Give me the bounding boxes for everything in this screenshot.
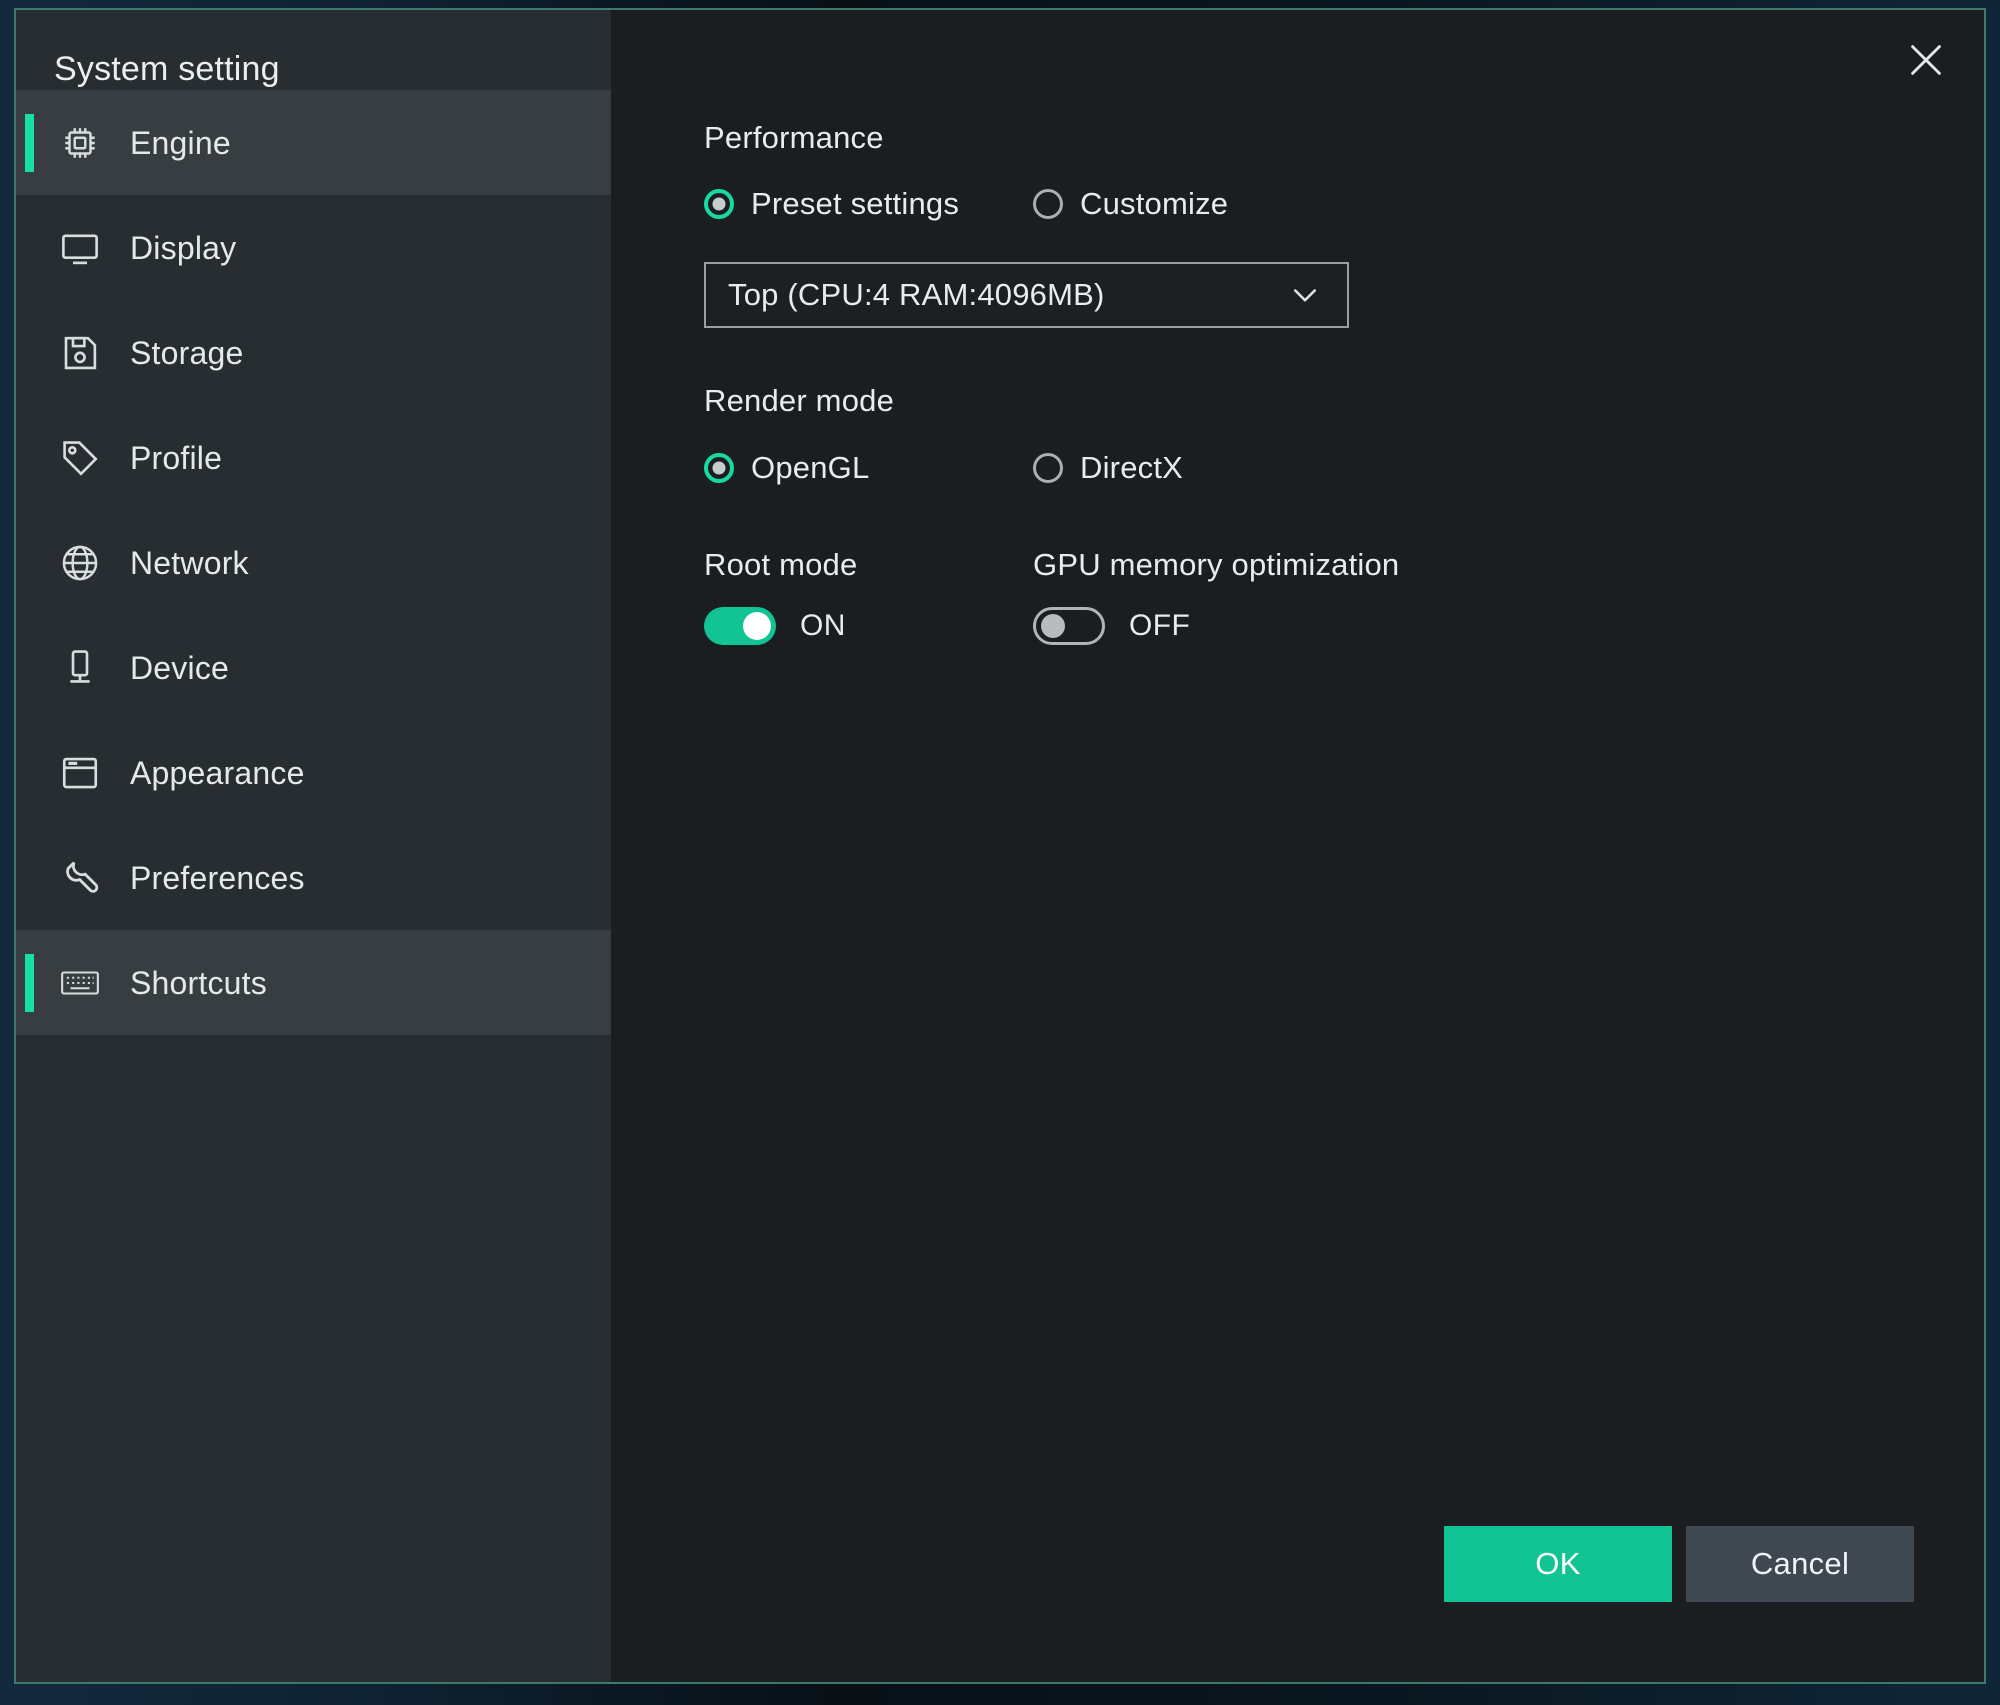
monitor-icon [58,226,102,270]
root-mode-toggle[interactable] [704,607,776,645]
gpu-memory-optimization-section-title: GPU memory optimization [1033,547,1400,582]
performance-section-title: Performance [704,120,884,155]
dialog-footer: OK Cancel [1444,1526,1914,1602]
root-mode-state-label: ON [800,609,846,642]
sidebar-item-appearance[interactable]: Appearance [16,720,611,825]
toggle-knob [743,612,771,640]
sidebar-item-display[interactable]: Display [16,195,611,300]
globe-icon [58,541,102,585]
content-panel: Performance Preset settings Customize To… [611,10,1984,1682]
sidebar-item-profile[interactable]: Profile [16,405,611,510]
sidebar-item-label: Display [130,229,237,266]
close-icon[interactable] [1896,30,1956,90]
radio-label: Customize [1080,186,1229,221]
chevron-down-icon [1287,277,1323,313]
cancel-button[interactable]: Cancel [1686,1526,1914,1602]
sidebar-item-device[interactable]: Device [16,615,611,720]
sidebar-nav: Engine Display Storage Profile Network D… [16,90,611,1035]
gpu-memory-optimization-toggle-row: OFF [1033,607,1190,645]
keyboard-icon [58,961,102,1005]
sidebar: System setting Engine Display Storage Pr… [16,10,611,1682]
gpu-memory-optimization-state-label: OFF [1129,609,1191,642]
radio-preset-settings[interactable]: Preset settings [704,186,959,222]
sidebar-item-engine[interactable]: Engine [16,90,611,195]
sidebar-item-label: Appearance [130,754,305,791]
radio-unselected-icon [1033,453,1063,483]
dropdown-selected-value: Top (CPU:4 RAM:4096MB) [728,277,1105,312]
root-mode-section-title: Root mode [704,547,858,582]
sidebar-item-shortcuts[interactable]: Shortcuts [16,930,611,1035]
window-icon [58,751,102,795]
wrench-icon [58,856,102,900]
sidebar-item-label: Profile [130,439,223,476]
radio-opengl[interactable]: OpenGL [704,450,869,486]
page-title: System setting [54,50,280,88]
tag-icon [58,436,102,480]
floppy-disk-icon [58,331,102,375]
ok-button[interactable]: OK [1444,1526,1672,1602]
sidebar-item-label: Shortcuts [130,964,267,1001]
performance-preset-dropdown[interactable]: Top (CPU:4 RAM:4096MB) [704,262,1349,328]
system-setting-dialog: System setting Engine Display Storage Pr… [14,8,1986,1684]
radio-selected-icon [704,453,734,483]
cpu-chip-icon [58,121,102,165]
radio-label: OpenGL [751,450,870,485]
toggle-knob [1041,614,1065,638]
radio-label: Preset settings [751,186,960,221]
radio-label: DirectX [1080,450,1184,485]
sidebar-item-label: Preferences [130,859,305,896]
root-mode-toggle-row: ON [704,607,846,645]
radio-directx[interactable]: DirectX [1033,450,1183,486]
gpu-memory-optimization-toggle[interactable] [1033,607,1105,645]
phone-stand-icon [58,646,102,690]
sidebar-item-label: Engine [130,124,231,161]
sidebar-item-preferences[interactable]: Preferences [16,825,611,930]
radio-customize[interactable]: Customize [1033,186,1228,222]
sidebar-item-network[interactable]: Network [16,510,611,615]
radio-unselected-icon [1033,189,1063,219]
render-mode-section-title: Render mode [704,383,895,418]
sidebar-item-label: Device [130,649,230,686]
sidebar-item-storage[interactable]: Storage [16,300,611,405]
sidebar-item-label: Storage [130,334,244,371]
sidebar-item-label: Network [130,544,249,581]
radio-selected-icon [704,189,734,219]
